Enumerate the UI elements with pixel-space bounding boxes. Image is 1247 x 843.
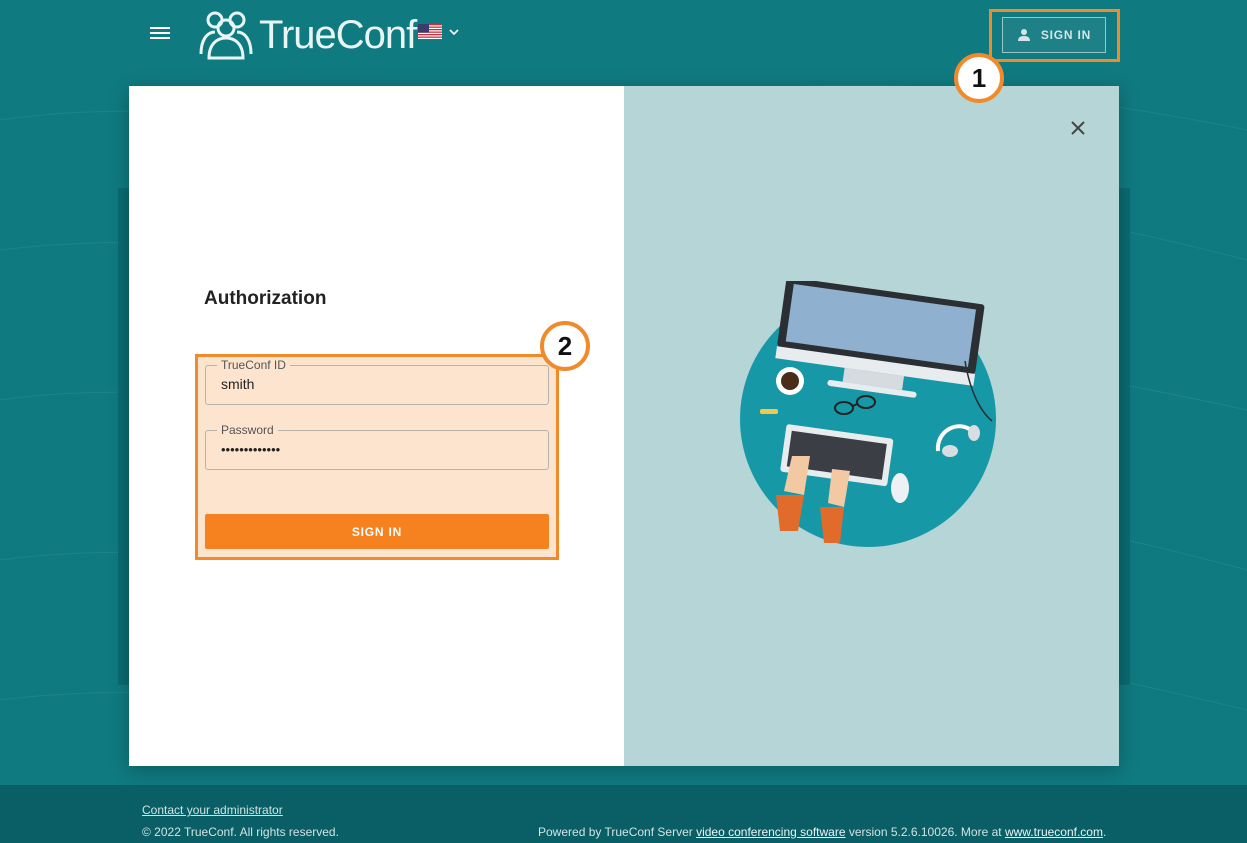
contact-admin-link[interactable]: Contact your administrator	[142, 803, 283, 817]
powered-prefix: Powered by TrueConf Server	[538, 825, 697, 839]
signin-button[interactable]: SIGN IN	[205, 514, 549, 549]
chevron-down-icon	[449, 29, 459, 36]
logo[interactable]: TrueConf	[197, 8, 417, 62]
trueconf-id-field[interactable]: TrueConf ID smith	[205, 357, 549, 405]
password-value: •••••••••••••	[221, 442, 281, 457]
menu-icon[interactable]	[148, 24, 172, 46]
callout-badge-2: 2	[540, 321, 590, 371]
video-conferencing-link[interactable]: video conferencing software	[696, 825, 845, 839]
dialog-illustration-pane	[624, 86, 1119, 766]
authorization-dialog: Authorization TrueConf ID smith Password…	[129, 86, 1119, 766]
password-label: Password	[217, 422, 278, 438]
top-bar: TrueConf SIGN IN	[0, 0, 1247, 70]
trueconf-site-link[interactable]: www.trueconf.com	[1005, 825, 1103, 839]
header-signin-label: SIGN IN	[1040, 28, 1092, 42]
us-flag-icon	[418, 24, 442, 40]
trueconf-id-label: TrueConf ID	[217, 357, 290, 373]
footer: Contact your administrator © 2022 TrueCo…	[0, 785, 1247, 843]
powered-version: version 5.2.6.10026. More at	[845, 825, 1005, 839]
trueconf-id-value: smith	[221, 376, 255, 392]
powered-suffix: .	[1102, 825, 1107, 839]
close-icon[interactable]	[1069, 119, 1087, 137]
user-icon	[1017, 29, 1030, 41]
language-selector[interactable]	[418, 24, 460, 40]
powered-by-text: Powered by TrueConf Server video confere…	[538, 825, 1106, 839]
header-signin-button[interactable]: SIGN IN	[1002, 17, 1106, 53]
copyright-text: © 2022 TrueConf. All rights reserved.	[142, 825, 339, 839]
password-field[interactable]: Password •••••••••••••	[205, 422, 549, 470]
callout-badge-1: 1	[954, 53, 1004, 103]
dialog-title: Authorization	[204, 288, 327, 309]
workspace-illustration	[740, 281, 996, 547]
dialog-form-pane: Authorization TrueConf ID smith Password…	[129, 86, 624, 766]
logo-text: TrueConf	[259, 13, 417, 57]
logo-people-icon	[199, 11, 253, 60]
